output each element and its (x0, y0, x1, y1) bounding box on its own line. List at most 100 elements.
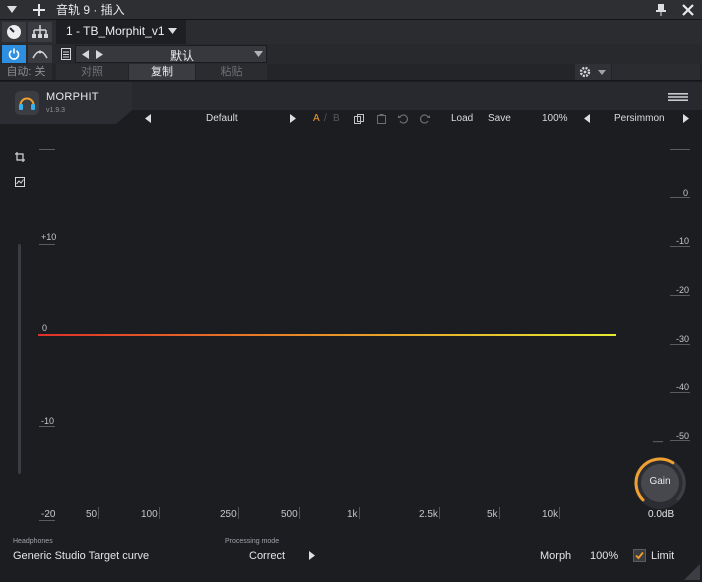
right-db-tick (670, 246, 690, 247)
freq-tick (299, 507, 300, 519)
right-db-tick (670, 197, 690, 198)
input-meter-slider[interactable] (18, 244, 21, 474)
chevron-down-icon (254, 51, 263, 57)
copy-button[interactable]: 复制 (129, 64, 195, 80)
headphones-label: Headphones (13, 538, 53, 545)
output-meter-peak: __ (653, 432, 664, 442)
gear-icon (579, 66, 591, 78)
close-icon[interactable] (679, 2, 697, 18)
left-db-label: +10 (41, 232, 57, 242)
right-db-label: -30 (676, 334, 690, 344)
preset-name: 默认 (170, 49, 195, 63)
response-curve[interactable] (36, 330, 620, 340)
right-db-tick (670, 295, 690, 296)
ab-a-button[interactable]: A (313, 111, 320, 127)
plugin-slot-selector[interactable]: 1 - TB_Morphit_v1 (56, 20, 186, 44)
auto-off-button[interactable]: 自动: 关 (0, 64, 52, 80)
redo-icon[interactable] (418, 113, 432, 125)
freq-label: 50 (86, 509, 98, 520)
load-button[interactable]: Load (451, 111, 473, 127)
next-preset-icon[interactable] (290, 114, 296, 123)
freq-tick (238, 507, 239, 519)
freq-label: 2.5k (419, 509, 438, 520)
zoom-value[interactable]: 100% (542, 111, 568, 127)
resize-grip-icon[interactable] (684, 564, 700, 580)
freq-label: 100 (141, 509, 158, 520)
plugin-toolbar-bg (128, 82, 702, 110)
headphones-selector[interactable]: Generic Studio Target curve (13, 550, 149, 562)
freq-tick (98, 507, 99, 519)
processing-mode-value[interactable]: Correct (249, 550, 285, 562)
plugin-slot-label: 1 - TB_Morphit_v1 (66, 24, 165, 38)
prev-theme-icon[interactable] (584, 114, 590, 123)
morph-label: Morph (540, 550, 572, 562)
freq-tick (359, 507, 360, 519)
ab-separator: / (324, 113, 327, 124)
left-db-tick (39, 149, 55, 150)
right-db-tick (670, 149, 690, 150)
morph-value[interactable]: 100% (590, 550, 618, 562)
freq-tick (439, 507, 440, 519)
freq-tick (559, 507, 560, 519)
freq-label: 1k (347, 509, 358, 520)
preset-file-icon[interactable] (57, 46, 75, 62)
extra-field (612, 64, 700, 80)
crop-tool-icon[interactable] (13, 150, 27, 164)
chevron-down-icon (168, 28, 177, 34)
gain-label: Gain (649, 476, 671, 487)
paste-button[interactable]: 粘贴 (196, 64, 267, 80)
right-db-tick (670, 344, 690, 345)
gain-value[interactable]: 0.0dB (648, 509, 674, 520)
plugin-preset-name[interactable]: Default (206, 111, 238, 127)
freq-label: 500 (281, 509, 298, 520)
plugin-window: MORPHIT v1.9.3 Default A / B Load Save 1… (0, 82, 702, 582)
settings-menu[interactable] (575, 64, 611, 80)
next-preset-icon[interactable] (96, 50, 103, 59)
pin-icon[interactable] (652, 2, 670, 18)
theme-name[interactable]: Persimmon (614, 111, 665, 127)
undo-icon[interactable] (396, 113, 410, 125)
ab-b-button[interactable]: B (333, 111, 340, 127)
prev-preset-icon[interactable] (82, 50, 89, 59)
paste-icon[interactable] (374, 113, 388, 125)
freq-tick (499, 507, 500, 519)
chevron-down-icon (598, 70, 606, 75)
left-db-label: -20 (41, 509, 56, 520)
limit-checkbox[interactable] (633, 549, 646, 562)
prev-preset-icon[interactable] (145, 114, 151, 123)
next-mode-icon[interactable] (309, 551, 315, 560)
limit-label: Limit (651, 550, 675, 562)
headphones-logo-icon (15, 91, 39, 115)
window-title: 音轨 9 · 插入 (56, 3, 125, 17)
left-db-tick (39, 244, 55, 245)
next-theme-icon[interactable] (683, 114, 689, 123)
right-db-tick (670, 392, 690, 393)
routing-icon[interactable] (28, 22, 52, 42)
add-icon[interactable] (30, 2, 48, 18)
plugin-version: v1.9.3 (46, 107, 66, 114)
plugin-slot-bar: 1 - TB_Morphit_v1 (0, 20, 702, 44)
check-icon (635, 551, 644, 560)
left-db-tick (39, 426, 55, 427)
compare-button[interactable]: 对照 (56, 64, 128, 80)
right-db-tick (670, 440, 690, 441)
automation-icon[interactable] (28, 45, 52, 63)
right-db-label: -20 (676, 285, 690, 295)
copy-icon[interactable] (352, 113, 366, 125)
processing-mode-label: Processing mode (225, 538, 280, 545)
right-db-label: -10 (676, 236, 690, 246)
right-db-label: -40 (676, 382, 690, 392)
bypass-dial-icon[interactable] (2, 22, 26, 42)
hamburger-menu-icon[interactable] (665, 90, 691, 104)
save-button[interactable]: Save (488, 111, 511, 127)
title-bar: 音轨 9 · 插入 (0, 0, 702, 20)
graph-view-icon[interactable] (13, 175, 27, 189)
left-db-tick (39, 520, 55, 521)
power-icon (8, 48, 20, 60)
plugin-name: MORPHIT (46, 91, 99, 103)
gain-knob[interactable]: Gain (632, 455, 688, 511)
freq-tick (159, 507, 160, 519)
preset-selector[interactable]: 默认 (75, 45, 267, 63)
menu-dropdown-icon[interactable] (4, 3, 20, 17)
power-button[interactable] (2, 45, 26, 63)
